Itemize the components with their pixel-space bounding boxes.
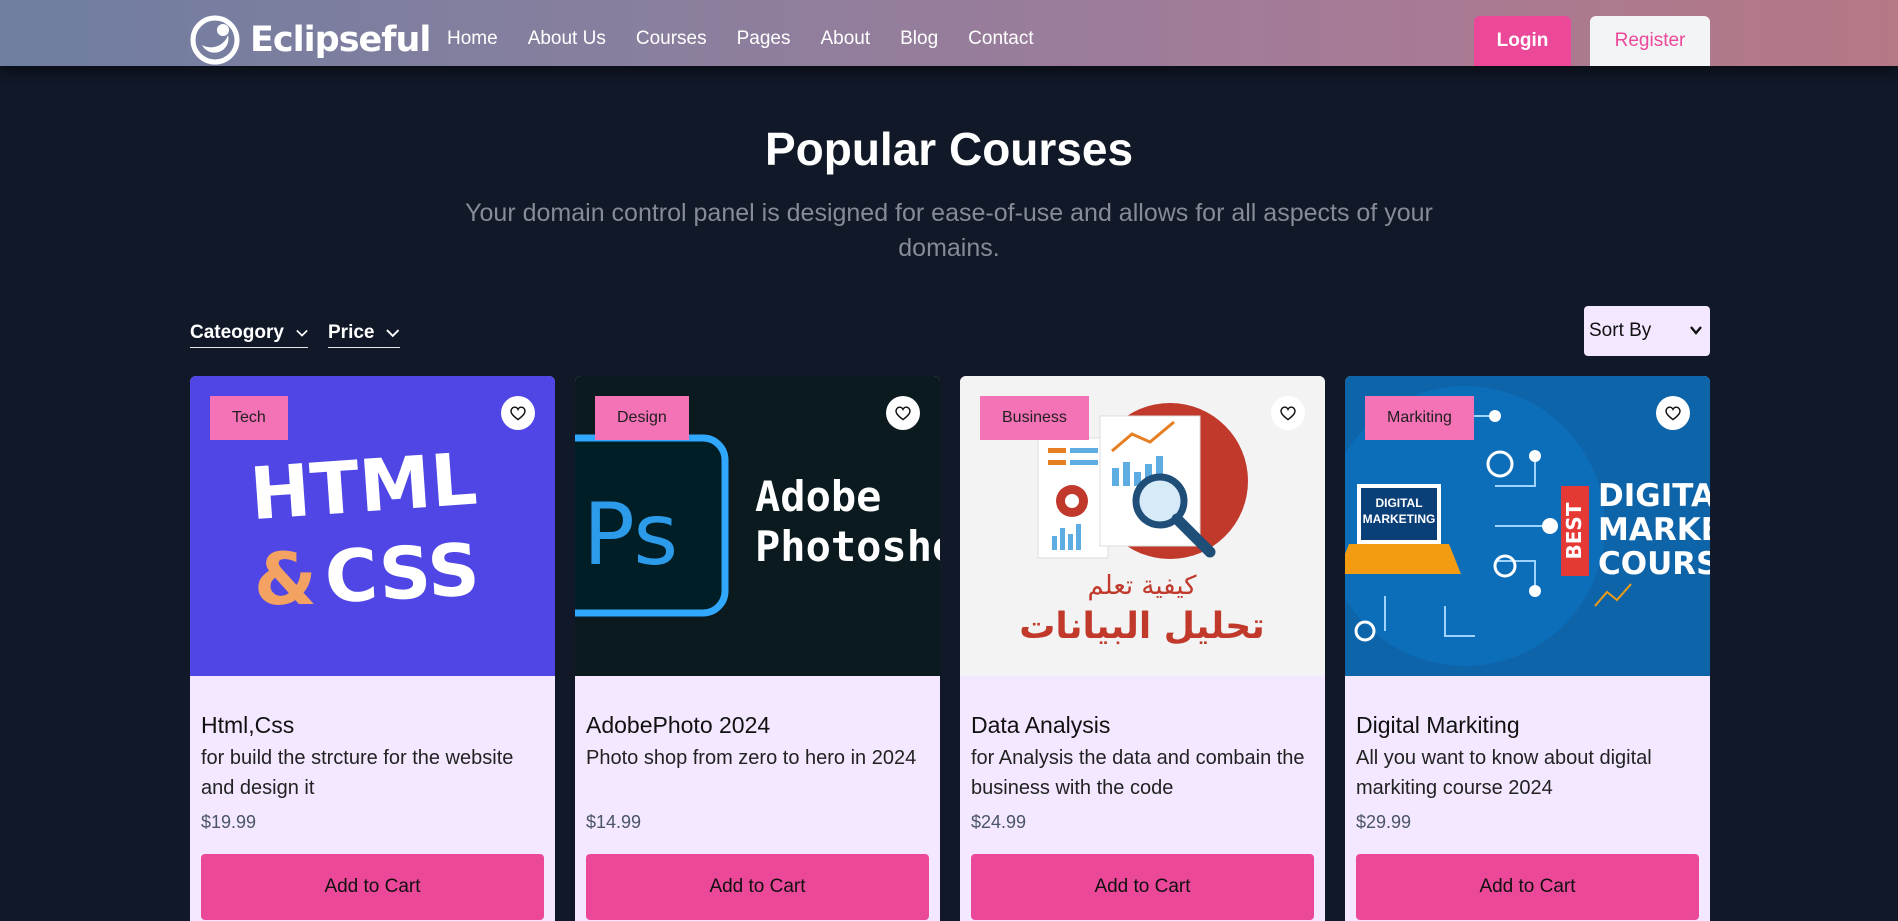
sort-by-select[interactable]: Sort By <box>1584 306 1710 356</box>
course-price: $24.99 <box>971 812 1027 832</box>
course-price: $14.99 <box>586 812 642 832</box>
nav-contact[interactable]: Contact <box>968 28 1033 50</box>
html-line: HTML <box>247 437 479 537</box>
course-card: Ps Adobe Photoshop Design AdobePhoto 202… <box>575 376 940 921</box>
css-line: CSS <box>323 527 482 619</box>
category-filter-label: Cateogory <box>190 321 284 343</box>
course-description: All you want to know about digital marki… <box>1356 747 1652 799</box>
page-subtitle: Your domain control panel is designed fo… <box>465 199 1433 262</box>
page-title: Popular Courses <box>764 123 1134 175</box>
navbar: Eclipseful Home About Us Courses Pages A… <box>0 0 1898 66</box>
arabic-line-1: كيفية تعلم <box>1087 571 1197 601</box>
nav-about[interactable]: About <box>820 28 870 50</box>
screen-text-2: MARKETING <box>1363 512 1436 526</box>
ps-logo-text: Ps <box>583 485 678 585</box>
course-image-html-css: HTML & CSS Tech <box>190 376 555 676</box>
wishlist-button[interactable] <box>1656 396 1690 430</box>
course-image-digital-marketing: DIGITAL MARKETING BEST DIGITAL MARKETING… <box>1345 376 1710 676</box>
course-description: Photo shop from zero to hero in 2024 <box>586 747 917 769</box>
add-to-cart-button[interactable]: Add to Cart <box>201 854 544 920</box>
course-title: AdobePhoto 2024 <box>586 712 771 738</box>
heart-icon <box>1665 406 1681 421</box>
nav-home[interactable]: Home <box>447 28 498 50</box>
price-filter-dropdown[interactable]: Price <box>328 318 400 348</box>
course-line-2: MARKETING <box>1598 512 1710 548</box>
course-price: $29.99 <box>1356 812 1412 832</box>
category-badge: Tech <box>210 396 288 440</box>
wishlist-button[interactable] <box>501 396 535 430</box>
category-badge: Markiting <box>1365 396 1474 440</box>
chevron-down-icon <box>386 328 400 337</box>
course-title: Digital Markiting <box>1356 712 1520 738</box>
photoshop-line: Photoshop <box>755 522 940 571</box>
brand-logo[interactable]: Eclipseful <box>190 14 431 66</box>
sort-by-label: Sort By <box>1589 320 1652 341</box>
category-filter-dropdown[interactable]: Cateogory <box>190 318 308 348</box>
course-title: Html,Css <box>201 712 295 738</box>
category-badge: Design <box>595 396 689 440</box>
best-label: BEST <box>1562 502 1586 559</box>
screen-text-1: DIGITAL <box>1375 496 1422 510</box>
login-button[interactable]: Login <box>1474 16 1571 66</box>
heart-icon <box>895 406 911 421</box>
wishlist-button[interactable] <box>886 396 920 430</box>
course-card: DIGITAL MARKETING BEST DIGITAL MARKETING… <box>1345 376 1710 921</box>
course-card: كيفية تعلم تحليل البيانات Business Data … <box>960 376 1325 921</box>
chevron-down-icon <box>296 329 308 337</box>
add-to-cart-button[interactable]: Add to Cart <box>1356 854 1699 920</box>
nav-courses[interactable]: Courses <box>636 28 707 50</box>
price-filter-label: Price <box>328 321 375 343</box>
course-image-data-analysis: كيفية تعلم تحليل البيانات Business <box>960 376 1325 676</box>
adobe-line: Adobe <box>755 472 881 521</box>
nav-about-us[interactable]: About Us <box>528 28 606 50</box>
course-image-photoshop: Ps Adobe Photoshop Design <box>575 376 940 676</box>
eclipse-logo-icon <box>190 15 240 65</box>
add-to-cart-button[interactable]: Add to Cart <box>971 854 1314 920</box>
add-to-cart-button[interactable]: Add to Cart <box>586 854 929 920</box>
register-button[interactable]: Register <box>1590 16 1710 66</box>
heart-icon <box>1280 406 1296 421</box>
arabic-line-2: تحليل البيانات <box>1019 606 1265 647</box>
category-badge: Business <box>980 396 1089 440</box>
nav-pages[interactable]: Pages <box>737 28 791 50</box>
course-card: HTML & CSS Tech Html,Css for build the s… <box>190 376 555 921</box>
ampersand: & <box>254 537 317 621</box>
heart-icon <box>510 406 526 421</box>
nav-blog[interactable]: Blog <box>900 28 938 50</box>
chevron-down-icon <box>1690 326 1702 335</box>
course-description: for Analysis the data and combain the bu… <box>971 747 1305 799</box>
course-title: Data Analysis <box>971 712 1111 738</box>
course-line-3: COURSE <box>1598 546 1710 582</box>
brand-name: Eclipseful <box>250 20 431 60</box>
course-description: for build the strcture for the website a… <box>201 747 514 799</box>
main-nav: Home About Us Courses Pages About Blog C… <box>447 28 1064 50</box>
course-price: $19.99 <box>201 812 257 832</box>
wishlist-button[interactable] <box>1271 396 1305 430</box>
course-line-1: DIGITAL <box>1598 478 1710 514</box>
